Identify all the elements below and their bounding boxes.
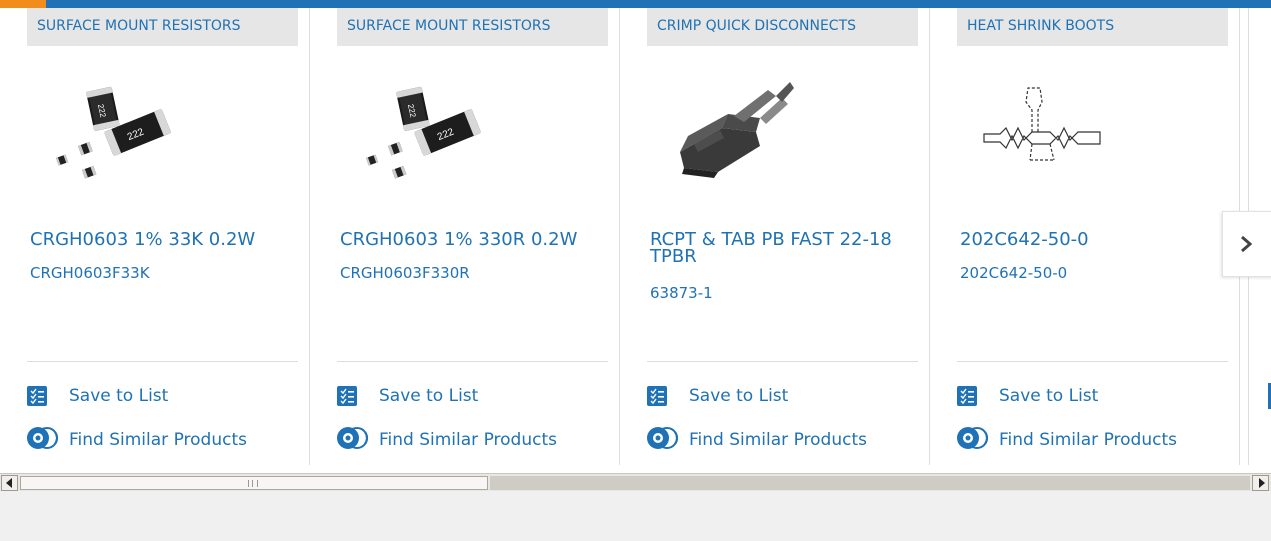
product-card: SURFACE MOUNT RESISTORS 222 222 CRGH0603… [310, 8, 620, 465]
top-accent-highlight [0, 0, 46, 8]
find-similar-label: Find Similar Products [379, 430, 557, 450]
divider [337, 361, 608, 362]
part-number-link[interactable]: 202C642-50-0 [960, 264, 1067, 282]
scroll-left-button[interactable] [1, 475, 18, 491]
find-similar-label: Find Similar Products [999, 430, 1177, 450]
product-name-link[interactable]: CRGH0603 1% 33K 0.2W [30, 231, 300, 249]
carousel-next-button[interactable] [1222, 211, 1271, 277]
part-number-link[interactable]: CRGH0603F330R [340, 264, 470, 282]
find-similar-button[interactable]: Find Similar Products [957, 427, 1177, 453]
product-name-link[interactable]: CRGH0603 1% 330R 0.2W [340, 231, 610, 249]
arrow-left-icon [5, 478, 12, 488]
checklist-icon [957, 386, 977, 406]
category-label[interactable]: HEAT SHRINK BOOTS [957, 8, 1228, 46]
find-similar-button[interactable]: Find Similar Products [27, 427, 247, 453]
part-number-link[interactable]: 63873-1 [650, 284, 713, 302]
grip-icon [248, 480, 258, 487]
divider [957, 361, 1228, 362]
chevron-right-icon [1241, 235, 1253, 253]
horizontal-scrollbar[interactable] [0, 473, 1271, 491]
save-to-list-label: Save to List [379, 386, 479, 406]
product-card: SURFACE MOUNT RESISTORS 222 222 CRGH0603… [0, 8, 310, 465]
find-similar-label: Find Similar Products [689, 430, 867, 450]
category-label[interactable]: CRIMP QUICK DISCONNECTS [647, 8, 918, 46]
divider [647, 361, 918, 362]
product-name-link[interactable]: RCPT & TAB PB FAST 22-18 TPBR [650, 231, 920, 266]
find-similar-button[interactable]: Find Similar Products [337, 427, 557, 453]
boot-drawing-image[interactable] [974, 74, 1114, 184]
product-card: HEAT SHRINK BOOTS 202C642-50-0 202C642-5… [930, 8, 1240, 465]
save-to-list-button[interactable]: Save to List [337, 384, 478, 408]
save-to-list-label: Save to List [69, 386, 169, 406]
divider [27, 361, 298, 362]
category-label[interactable]: SURFACE MOUNT RESISTORS [27, 8, 298, 46]
checklist-icon [337, 386, 357, 406]
chip-resistors-image[interactable]: 222 222 [354, 74, 494, 184]
product-card: CRIMP QUICK DISCONNECTS RCPT & TAB PB FA… [620, 8, 930, 465]
page-background [0, 491, 1271, 541]
similar-products-icon [27, 425, 63, 455]
save-to-list-label: Save to List [999, 386, 1099, 406]
product-name-link[interactable]: 202C642-50-0 [960, 231, 1230, 249]
top-accent-bar [0, 0, 1271, 8]
checklist-icon [27, 386, 47, 406]
save-to-list-button[interactable]: Save to List [957, 384, 1098, 408]
similar-products-icon [647, 425, 683, 455]
part-number-link[interactable]: CRGH0603F33K [30, 264, 150, 282]
similar-products-icon [337, 425, 373, 455]
scroll-right-button[interactable] [1252, 475, 1269, 491]
arrow-right-icon [1258, 478, 1265, 488]
save-to-list-label: Save to List [689, 386, 789, 406]
scrollbar-thumb[interactable] [20, 476, 488, 490]
crimp-terminal-image[interactable] [664, 74, 804, 184]
find-similar-button[interactable]: Find Similar Products [647, 427, 867, 453]
similar-products-icon [957, 425, 993, 455]
save-to-list-button[interactable]: Save to List [27, 384, 168, 408]
scrollbar-track[interactable] [490, 476, 1250, 490]
find-similar-label: Find Similar Products [69, 430, 247, 450]
chip-resistors-image[interactable]: 222 222 [44, 74, 184, 184]
category-label[interactable]: SURFACE MOUNT RESISTORS [337, 8, 608, 46]
checklist-icon [647, 386, 667, 406]
save-to-list-button[interactable]: Save to List [647, 384, 788, 408]
product-carousel: SURFACE MOUNT RESISTORS 222 222 CRGH0603… [0, 8, 1271, 473]
